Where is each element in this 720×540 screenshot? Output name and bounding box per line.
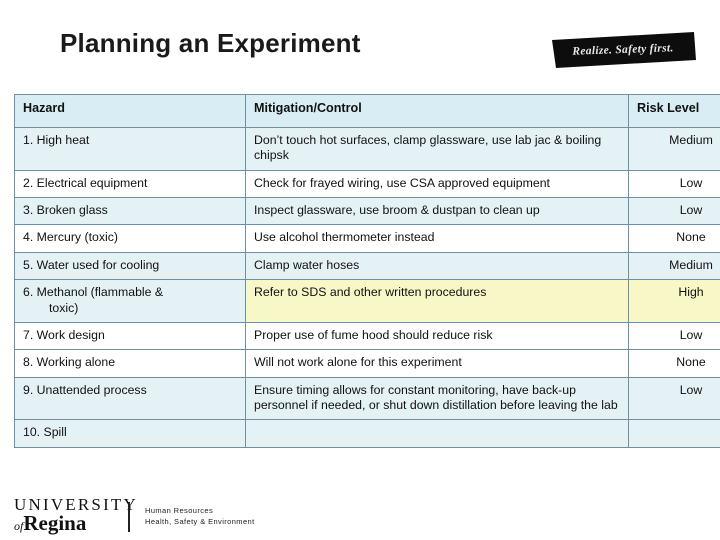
cell-mitigation: Ensure timing allows for constant monito… (245, 376, 629, 421)
cell-risk: Low (628, 197, 720, 226)
cell-hazard: 5. Water used for cooling (14, 251, 246, 281)
cell-risk (628, 419, 720, 448)
table-row: 7. Work design Proper use of fume hood s… (14, 321, 720, 351)
table-row: 9. Unattended process Ensure timing allo… (14, 376, 720, 421)
cell-risk: Medium (628, 251, 720, 281)
cell-mitigation: Proper use of fume hood should reduce ri… (245, 321, 629, 351)
footer-unit-line2: Health, Safety & Environment (145, 517, 255, 527)
cell-mitigation: Check for frayed wiring, use CSA approve… (245, 169, 629, 199)
table-row: 2. Electrical equipment Check for frayed… (14, 169, 720, 199)
hazard-table: Hazard Mitigation/Control Risk Level 1. … (14, 94, 720, 448)
table-head: Hazard Mitigation/Control Risk Level (14, 94, 720, 128)
cell-hazard: 9. Unattended process (14, 376, 246, 421)
page-title: Planning an Experiment (60, 28, 361, 58)
table-header-row: Hazard Mitigation/Control Risk Level (14, 94, 720, 128)
cell-hazard: 7. Work design (14, 321, 246, 351)
cell-hazard: 6. Methanol (flammable & toxic) (14, 279, 246, 323)
cell-risk: High (628, 279, 720, 323)
table-body: 1. High heat Don’t touch hot surfaces, c… (14, 127, 720, 448)
cell-hazard-line1: 6. Methanol (flammable & (23, 285, 164, 300)
cell-mitigation: Don’t touch hot surfaces, clamp glasswar… (245, 127, 629, 171)
table-row: 1. High heat Don’t touch hot surfaces, c… (14, 127, 720, 171)
cell-risk: None (628, 224, 720, 253)
cell-risk: Low (628, 169, 720, 199)
hazard-table-wrapper: Hazard Mitigation/Control Risk Level 1. … (14, 94, 720, 448)
column-header-risk: Risk Level (628, 94, 720, 128)
cell-hazard-line2: toxic) (49, 300, 79, 315)
footer-divider (128, 502, 130, 532)
cell-mitigation: Refer to SDS and other written procedure… (245, 279, 629, 323)
table-row: 6. Methanol (flammable & toxic) Refer to… (14, 279, 720, 323)
slide: Planning an Experiment Realize. Safety f… (0, 0, 720, 540)
cell-hazard: 3. Broken glass (14, 197, 246, 226)
cell-mitigation: Use alcohol thermometer instead (245, 224, 629, 253)
cell-mitigation: Clamp water hoses (245, 251, 629, 281)
footer-unit-line1: Human Resources (145, 505, 214, 515)
table-row: 4. Mercury (toxic) Use alcohol thermomet… (14, 224, 720, 253)
cell-risk: Low (628, 321, 720, 351)
table-row: 8. Working alone Will not work alone for… (14, 349, 720, 378)
cell-mitigation (245, 419, 629, 448)
cell-risk: None (628, 349, 720, 378)
cell-hazard: 8. Working alone (14, 349, 246, 378)
cell-hazard: 2. Electrical equipment (14, 169, 246, 199)
badge-label: Realize. Safety first. (572, 42, 674, 58)
table-row: 5. Water used for cooling Clamp water ho… (14, 251, 720, 281)
logo-of: of (14, 519, 24, 534)
logo-line-regina: ofRegina (14, 511, 138, 536)
cell-hazard: 1. High heat (14, 127, 246, 171)
column-header-mitigation: Mitigation/Control (245, 94, 629, 128)
table-row: 10. Spill (14, 419, 720, 448)
cell-hazard: 4. Mercury (toxic) (14, 224, 246, 253)
cell-mitigation: Inspect glassware, use broom & dustpan t… (245, 197, 629, 226)
footer: UNIVERSITY ofRegina Human Resources Heal… (0, 492, 720, 540)
column-header-hazard: Hazard (14, 94, 246, 128)
logo-regina-word: Regina (23, 511, 87, 536)
safety-first-badge: Realize. Safety first. (548, 30, 698, 70)
cell-risk: Medium (628, 127, 720, 171)
cell-hazard: 10. Spill (14, 419, 246, 448)
cell-risk: Low (628, 376, 720, 421)
university-logo: UNIVERSITY ofRegina (14, 496, 138, 536)
table-row: 3. Broken glass Inspect glassware, use b… (14, 197, 720, 226)
cell-mitigation: Will not work alone for this experiment (245, 349, 629, 378)
footer-unit: Human Resources Health, Safety & Environ… (145, 505, 255, 528)
